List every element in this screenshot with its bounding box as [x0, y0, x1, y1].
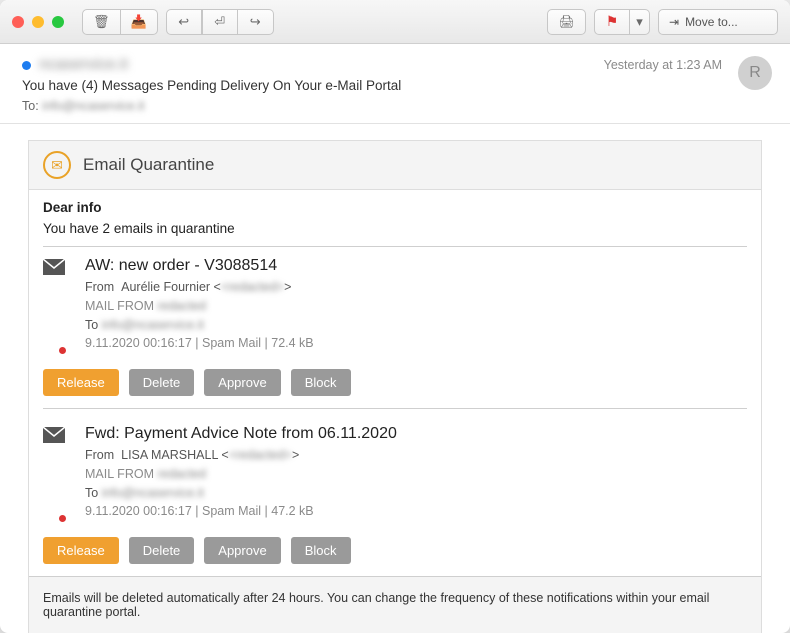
- intro-text: You have 2 emails in quarantine: [43, 221, 747, 236]
- move-to-button[interactable]: ⇥ Move to...: [658, 9, 778, 35]
- quarantine-item-title: AW: new order - V3088514: [85, 257, 747, 275]
- flag-icon: ⚑: [606, 13, 619, 30]
- titlebar: 🗑 📥 ↩ ⏎ ↪ 🖨 ⚑ ▾ ⇥ Move to...: [0, 0, 790, 44]
- sender-name: ncaservice.it: [39, 56, 128, 74]
- block-button[interactable]: Block: [291, 369, 351, 396]
- approve-button[interactable]: Approve: [204, 369, 280, 396]
- approve-button[interactable]: Approve: [204, 537, 280, 564]
- flag-button[interactable]: ⚑: [594, 9, 630, 35]
- archive-icon: 📥: [131, 14, 147, 30]
- message-header: ncaservice.it You have (4) Messages Pend…: [0, 44, 790, 124]
- blocked-mail-icon: [43, 425, 71, 521]
- quarantine-item-title: Fwd: Payment Advice Note from 06.11.2020: [85, 425, 747, 443]
- to-label: To:: [22, 99, 39, 113]
- quarantine-badge-icon: ✉: [43, 151, 71, 179]
- reply-button[interactable]: ↩: [166, 9, 202, 35]
- quarantine-item-meta: 9.11.2020 00:16:17 | Spam Mail | 47.2 kB: [85, 502, 747, 521]
- trash-icon: 🗑: [93, 14, 110, 30]
- quarantine-item: AW: new order - V3088514 From Aurélie Fo…: [43, 246, 747, 367]
- print-icon: 🖨: [558, 14, 575, 30]
- footer-note: Emails will be deleted automatically aft…: [29, 576, 761, 633]
- folder-move-icon: ⇥: [669, 15, 679, 29]
- chevron-down-icon: ▾: [636, 14, 643, 30]
- quarantine-actions: Release Delete Approve Block: [43, 369, 747, 409]
- subject-line: You have (4) Messages Pending Delivery O…: [22, 78, 768, 93]
- reply-all-icon: ⏎: [214, 14, 225, 30]
- release-button[interactable]: Release: [43, 369, 119, 396]
- close-window-button[interactable]: [12, 16, 24, 28]
- flag-menu-button[interactable]: ▾: [630, 9, 650, 35]
- print-button[interactable]: 🖨: [547, 9, 586, 35]
- unread-indicator: [22, 61, 31, 70]
- forward-button[interactable]: ↪: [238, 9, 274, 35]
- minimize-window-button[interactable]: [32, 16, 44, 28]
- card-header: ✉ Email Quarantine: [29, 141, 761, 190]
- delete-button[interactable]: Delete: [129, 369, 195, 396]
- mail-window: 🗑 📥 ↩ ⏎ ↪ 🖨 ⚑ ▾ ⇥ Move to... ncaservice.…: [0, 0, 790, 633]
- quarantine-item: Fwd: Payment Advice Note from 06.11.2020…: [43, 415, 747, 535]
- quarantine-card: ✉ Email Quarantine Dear info You have 2 …: [28, 140, 762, 633]
- card-title: Email Quarantine: [83, 155, 214, 175]
- message-body: ✉ Email Quarantine Dear info You have 2 …: [0, 124, 790, 633]
- block-button[interactable]: Block: [291, 537, 351, 564]
- sender-avatar: R: [738, 56, 772, 90]
- blocked-mail-icon: [43, 257, 71, 353]
- greeting: Dear info: [43, 200, 747, 215]
- delete-button[interactable]: Delete: [129, 537, 195, 564]
- to-value: info@ncaservice.it: [42, 99, 144, 113]
- release-button[interactable]: Release: [43, 537, 119, 564]
- forward-icon: ↪: [250, 14, 261, 30]
- move-to-label: Move to...: [685, 15, 738, 29]
- archive-button[interactable]: 📥: [121, 9, 158, 35]
- reply-icon: ↩: [178, 14, 189, 30]
- quarantine-item-meta: 9.11.2020 00:16:17 | Spam Mail | 72.4 kB: [85, 334, 747, 353]
- reply-all-button[interactable]: ⏎: [202, 9, 238, 35]
- zoom-window-button[interactable]: [52, 16, 64, 28]
- trash-button[interactable]: 🗑: [82, 9, 121, 35]
- window-controls: [12, 16, 64, 28]
- quarantine-actions: Release Delete Approve Block: [43, 537, 747, 568]
- timestamp: Yesterday at 1:23 AM: [604, 58, 722, 72]
